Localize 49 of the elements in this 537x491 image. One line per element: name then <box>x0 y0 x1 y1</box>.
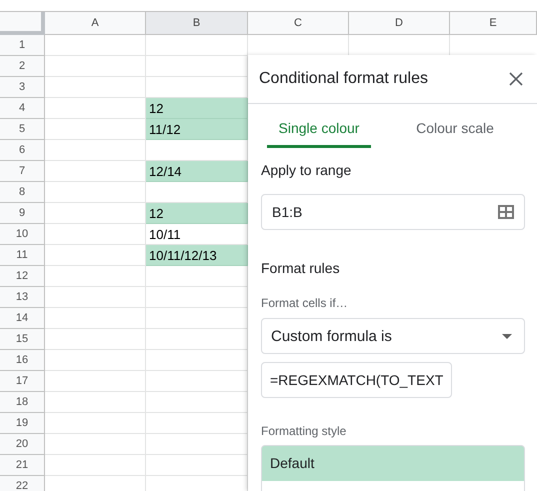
row-header[interactable]: 11 <box>0 245 45 266</box>
field-label: Formatting style <box>261 424 346 438</box>
close-button[interactable] <box>507 70 525 88</box>
table-cell: 10/11/12/13 <box>146 245 248 266</box>
field-label: Format cells if… <box>261 296 348 310</box>
section-title: Format rules <box>261 260 340 276</box>
row-header[interactable]: 5 <box>0 119 45 140</box>
row-header[interactable]: 7 <box>0 161 45 182</box>
table-cell: 12 <box>146 203 248 224</box>
row-header[interactable]: 6 <box>0 140 45 161</box>
formula-field[interactable]: =REGEXMATCH(TO_TEXT <box>261 362 452 398</box>
row-header[interactable]: 3 <box>0 77 45 98</box>
style-preset: Default <box>269 454 316 473</box>
style-preset-box[interactable]: Default <box>261 445 525 491</box>
row-header[interactable]: 15 <box>0 329 45 350</box>
condition-dropdown[interactable]: Custom formula is <box>261 318 525 354</box>
tab[interactable]: Single colour <box>267 104 371 148</box>
table-cell: 12 <box>146 98 248 119</box>
row-header[interactable]: 8 <box>0 182 45 203</box>
row-header[interactable]: 16 <box>0 350 45 371</box>
grid-icon <box>498 205 514 219</box>
row-header[interactable]: 14 <box>0 308 45 329</box>
row-header[interactable]: 19 <box>0 413 45 434</box>
row-header[interactable]: 18 <box>0 392 45 413</box>
column-header[interactable]: B <box>146 12 248 35</box>
tab[interactable]: Colour scale <box>379 104 531 148</box>
table-cell: 12/14 <box>146 161 248 182</box>
column-header[interactable]: C <box>248 12 349 35</box>
column-header[interactable]: E <box>450 12 537 35</box>
row-header[interactable]: 22 <box>0 476 45 491</box>
row-header[interactable]: 2 <box>0 56 45 77</box>
column-header[interactable]: A <box>45 12 146 35</box>
panel-title: Conditional format rules <box>259 70 428 88</box>
row-header[interactable]: 1 <box>0 35 45 56</box>
select-all-corner[interactable] <box>0 12 45 35</box>
row-header[interactable]: 9 <box>0 203 45 224</box>
row-header[interactable]: 10 <box>0 224 45 245</box>
table-cell: 11/12 <box>146 119 248 140</box>
section-label: Apply to range <box>261 162 352 178</box>
row-header[interactable]: 4 <box>0 98 45 119</box>
caret-icon <box>502 334 512 338</box>
row-header[interactable]: 13 <box>0 287 45 308</box>
column-header[interactable]: D <box>349 12 450 35</box>
row-header[interactable]: 12 <box>0 266 45 287</box>
row-header[interactable]: 20 <box>0 434 45 455</box>
row-header[interactable]: 17 <box>0 371 45 392</box>
range-field[interactable]: B1:B <box>261 194 525 230</box>
close-icon <box>509 72 523 86</box>
row-header[interactable]: 21 <box>0 455 45 476</box>
